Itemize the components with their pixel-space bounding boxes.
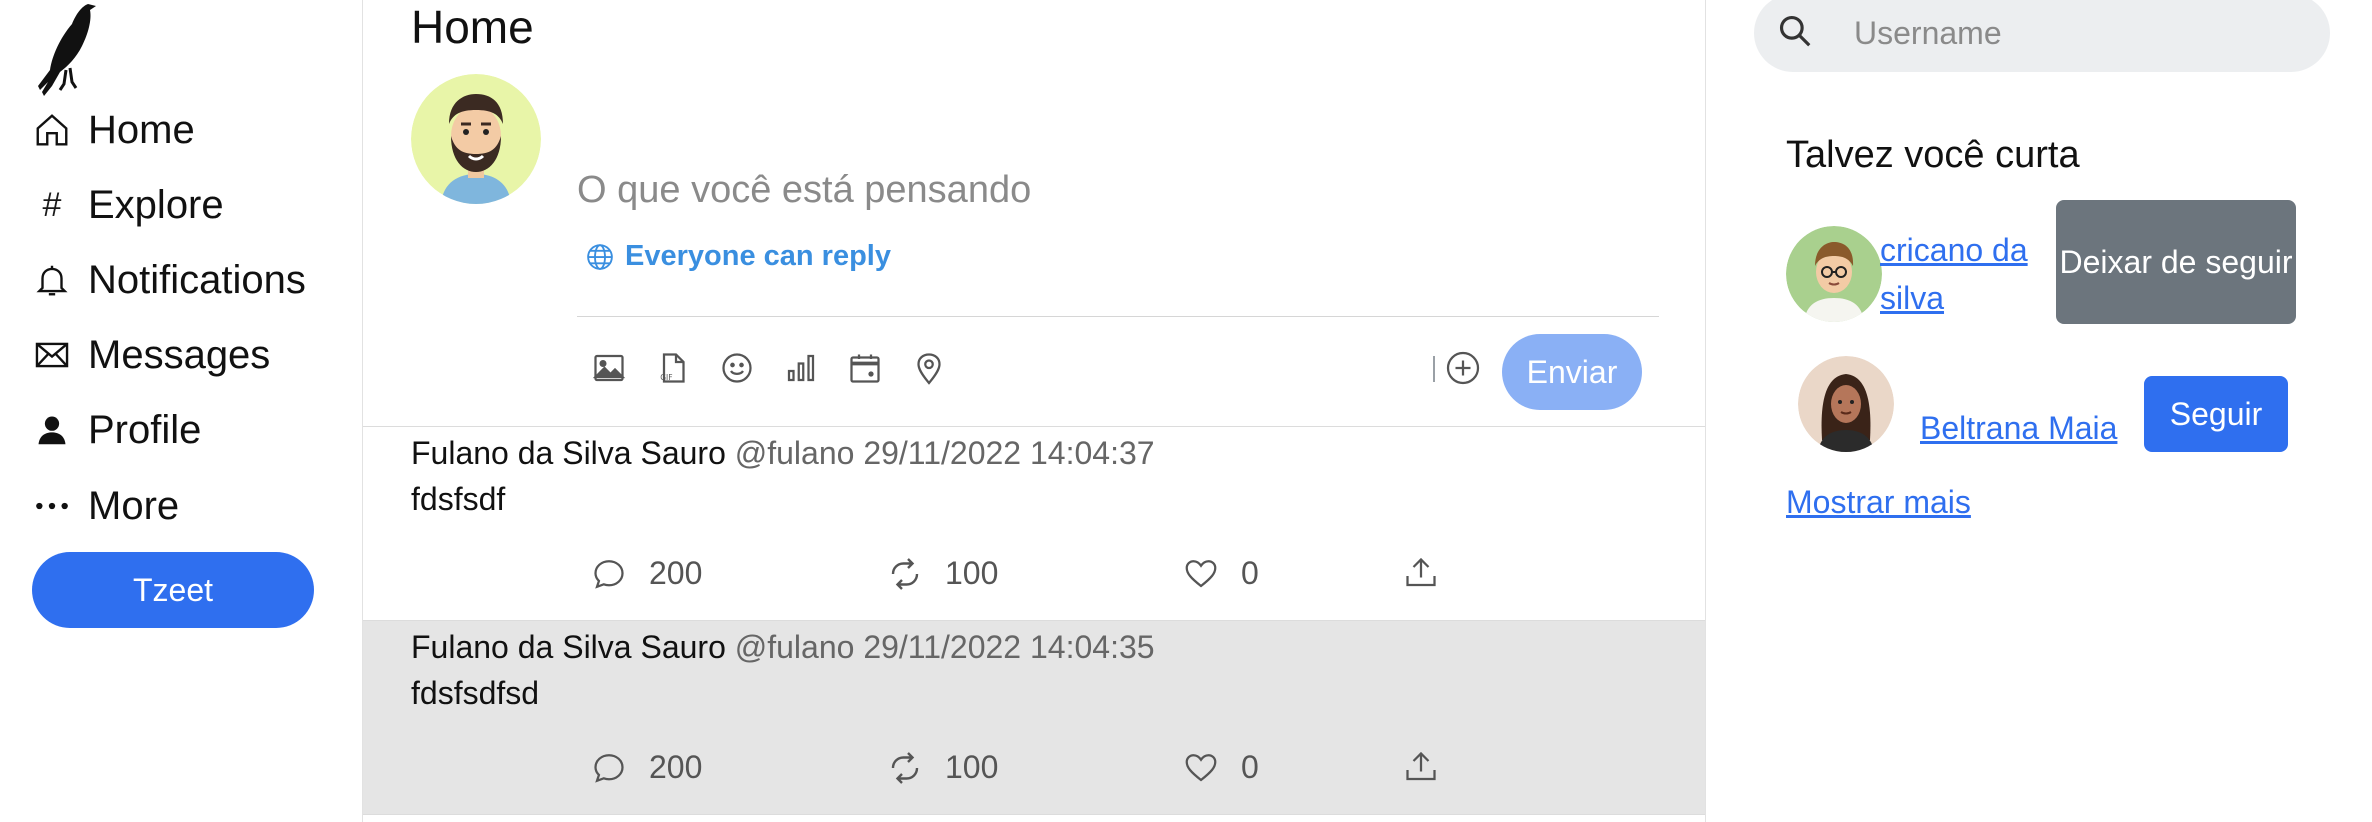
like-count: 0: [1241, 555, 1259, 591]
add-thread-icon[interactable]: [1445, 350, 1481, 386]
page-title: Home: [411, 1, 534, 53]
person-icon: [30, 408, 74, 452]
globe-icon: [587, 243, 613, 270]
post-card[interactable]: Fulano da Silva Sauro @fulano 29/11/2022…: [363, 427, 1705, 621]
gif-icon[interactable]: GIF: [653, 348, 693, 388]
nav-label: More: [88, 483, 180, 528]
location-icon[interactable]: [909, 348, 949, 388]
suggestion-name-link[interactable]: cricano da silva: [1880, 226, 2040, 322]
retweet-count: 100: [945, 555, 999, 591]
poll-icon[interactable]: [781, 348, 821, 388]
divider: [577, 316, 1659, 317]
post-handle: @fulano: [734, 629, 855, 665]
post-author[interactable]: Fulano da Silva Sauro: [411, 435, 726, 471]
share-button[interactable]: [1403, 555, 1461, 591]
nav-item-notifications[interactable]: Notifications: [30, 252, 306, 308]
search-input[interactable]: [1854, 8, 2294, 58]
post-actions: 200 100 0: [591, 749, 1491, 793]
schedule-icon[interactable]: [845, 348, 885, 388]
post-card[interactable]: Fulano da Silva Sauro @fulano 29/11/2022…: [363, 621, 1705, 815]
post-timestamp: 29/11/2022 14:04:35: [863, 629, 1155, 665]
crow-logo[interactable]: [30, 0, 100, 98]
share-icon: [1406, 557, 1436, 587]
right-sidebar: Talvez você curta cricano da silva Deixa…: [1706, 0, 2372, 822]
compose-input[interactable]: [577, 158, 1657, 222]
avatar[interactable]: [1798, 356, 1894, 452]
nav-label: Messages: [88, 332, 271, 377]
post-author[interactable]: Fulano da Silva Sauro: [411, 629, 726, 665]
emoji-icon[interactable]: [717, 348, 757, 388]
retweet-button[interactable]: 100: [887, 555, 998, 592]
toolbar-separator: [1433, 356, 1435, 382]
post-header: Fulano da Silva Sauro @fulano 29/11/2022…: [411, 435, 1155, 472]
search-box[interactable]: [1754, 0, 2330, 72]
share-icon: [1406, 751, 1436, 781]
nav-item-explore[interactable]: # Explore: [30, 177, 224, 233]
post-actions: 200 100 0: [591, 555, 1491, 599]
post-text: fdsfsdf: [411, 481, 506, 517]
envelope-icon: [30, 333, 74, 377]
bell-icon: [30, 258, 74, 302]
retweet-button[interactable]: 100: [887, 749, 998, 786]
reply-count: 200: [649, 555, 703, 591]
left-sidebar: Home # Explore Notifications Messages Pr…: [0, 0, 362, 822]
nav-item-messages[interactable]: Messages: [30, 327, 270, 383]
avatar[interactable]: [1786, 226, 1882, 322]
reply-setting-label: Everyone can reply: [625, 240, 891, 272]
suggestion-name-link[interactable]: Beltrana Maia: [1920, 404, 2117, 452]
unfollow-button[interactable]: Deixar de seguir: [2056, 200, 2296, 324]
comment-icon: [594, 559, 624, 589]
like-button[interactable]: 0: [1183, 749, 1259, 786]
nav-label: Profile: [88, 407, 202, 452]
retweet-icon: [891, 557, 919, 590]
send-button[interactable]: Enviar: [1502, 334, 1642, 410]
heart-icon: [1185, 753, 1217, 781]
nav-item-profile[interactable]: Profile: [30, 402, 201, 458]
nav-label: Home: [88, 107, 195, 152]
nav-label: Explore: [88, 182, 224, 227]
search-icon: [1779, 15, 1811, 47]
post-handle: @fulano: [734, 435, 855, 471]
post-text: fdsfsdfsd: [411, 675, 540, 711]
retweet-count: 100: [945, 749, 999, 785]
comment-icon: [594, 753, 624, 783]
main-feed: Home Everyone can reply GIF: [362, 0, 1706, 822]
nav-item-more[interactable]: More: [30, 478, 179, 534]
reply-button[interactable]: 200: [591, 749, 702, 786]
composer-toolbar: GIF: [589, 348, 973, 388]
follow-button[interactable]: Seguir: [2144, 376, 2288, 452]
share-button[interactable]: [1403, 749, 1461, 785]
suggestions-title: Talvez você curta: [1786, 134, 2080, 176]
like-button[interactable]: 0: [1183, 555, 1259, 592]
reply-setting[interactable]: Everyone can reply: [585, 240, 891, 273]
nav-label: Notifications: [88, 257, 306, 302]
home-icon: [30, 108, 74, 152]
heart-icon: [1185, 559, 1217, 587]
post-header: Fulano da Silva Sauro @fulano 29/11/2022…: [411, 629, 1155, 666]
avatar[interactable]: [411, 74, 541, 204]
reply-count: 200: [649, 749, 703, 785]
like-count: 0: [1241, 749, 1259, 785]
reply-button[interactable]: 200: [591, 555, 702, 592]
image-icon[interactable]: [589, 348, 629, 388]
retweet-icon: [891, 751, 919, 784]
tzeet-button[interactable]: Tzeet: [32, 552, 314, 628]
nav-item-home[interactable]: Home: [30, 102, 195, 158]
dots-icon: [30, 484, 74, 528]
svg-text:GIF: GIF: [660, 373, 672, 382]
show-more-link[interactable]: Mostrar mais: [1786, 484, 1971, 521]
hashtag-icon: #: [42, 185, 62, 224]
post-timestamp: 29/11/2022 14:04:37: [863, 435, 1155, 471]
